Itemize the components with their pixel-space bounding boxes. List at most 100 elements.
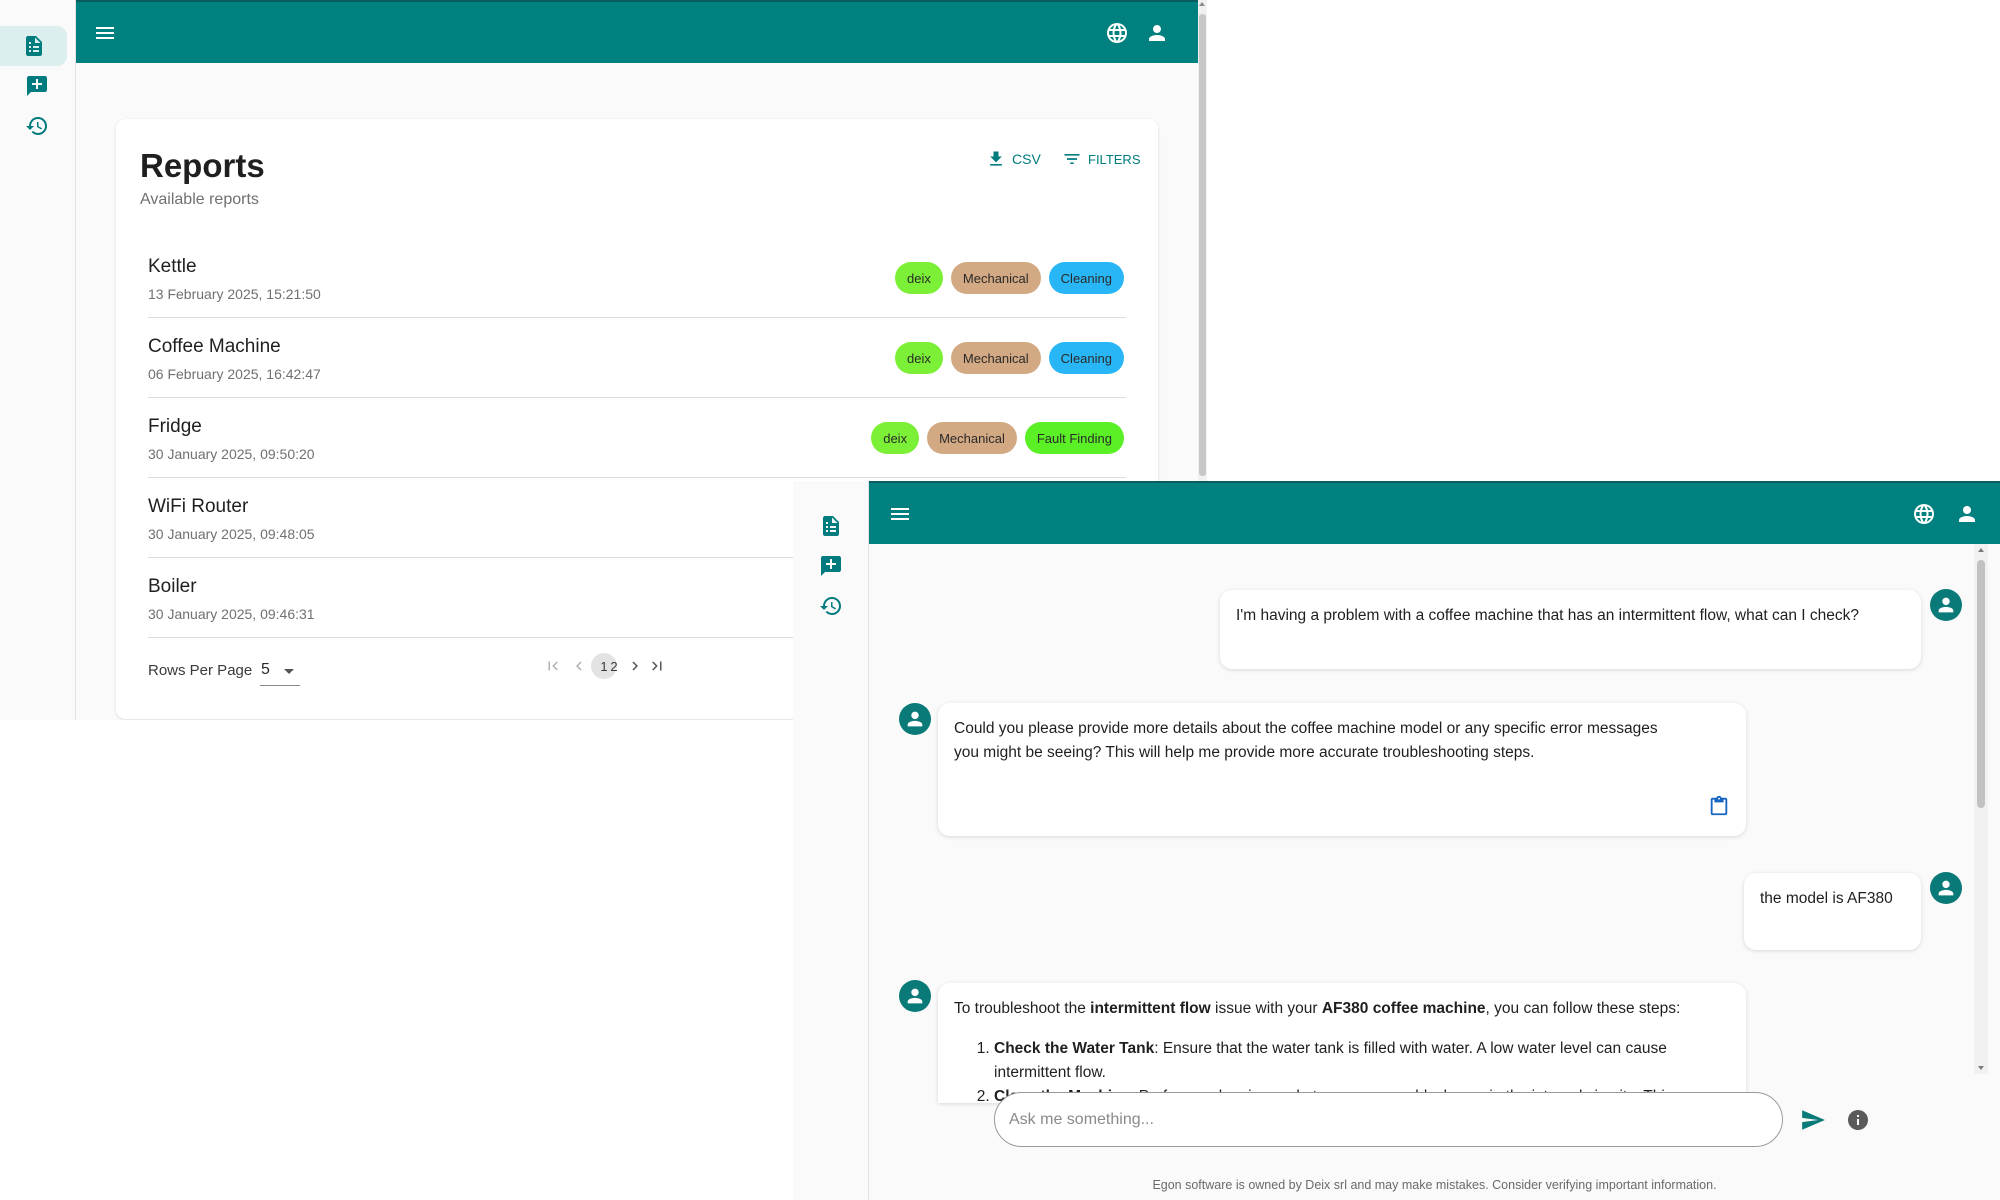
report-name: Kettle (148, 256, 197, 277)
first-page-icon (548, 661, 558, 671)
account-button[interactable] (1142, 18, 1172, 48)
top-app-bar (76, 0, 1198, 63)
report-name: WiFi Router (148, 496, 249, 517)
scroll-up-arrow[interactable] (1199, 2, 1205, 6)
nav-new-chat-button[interactable] (811, 546, 851, 586)
info-icon (1848, 1110, 1868, 1130)
scroll-down-arrow[interactable] (1978, 1066, 1984, 1070)
report-name: Fridge (148, 416, 202, 437)
message-line: Could you please provide more details ab… (954, 720, 1658, 737)
report-row[interactable]: Kettle 13 February 2025, 15:21:50 deix M… (148, 238, 1126, 318)
user-message: the model is AF380 (1744, 873, 1921, 950)
first-page-button[interactable] (542, 653, 564, 679)
reports-icon (25, 36, 42, 56)
menu-icon (891, 508, 909, 520)
nav-history-button[interactable] (811, 586, 851, 626)
page-scrollbar[interactable] (1198, 0, 1207, 482)
scroll-up-arrow[interactable] (1978, 548, 1984, 552)
nav-reports-button[interactable] (0, 26, 67, 66)
report-date: 30 January 2025, 09:50:20 (148, 446, 315, 462)
person-icon (1149, 25, 1165, 41)
next-page-button[interactable] (624, 653, 646, 679)
message-input[interactable] (1009, 1107, 1769, 1133)
person-icon (907, 988, 923, 1004)
last-page-icon (652, 661, 662, 671)
new-chat-icon (27, 76, 47, 96)
nav-reports-button[interactable] (811, 506, 851, 546)
scroll-thumb[interactable] (1199, 14, 1206, 476)
step-title: Check the Water Tank (994, 1040, 1155, 1057)
tag-chip: deix (895, 262, 943, 294)
chat-window: I'm having a problem with a coffee machi… (793, 481, 2000, 1200)
send-icon (1802, 1110, 1825, 1130)
language-button[interactable] (1102, 18, 1132, 48)
menu-button[interactable] (885, 499, 915, 529)
message-line: you might be seeing? This will help me p… (954, 744, 1535, 761)
message-input-box[interactable] (994, 1092, 1783, 1147)
user-avatar (1930, 589, 1962, 621)
rows-per-page-value: 5 (261, 661, 270, 678)
chevron-right-icon (632, 661, 638, 671)
step-item: Check the Water Tank: Ensure that the wa… (994, 1037, 1722, 1085)
menu-button[interactable] (90, 18, 120, 48)
assistant-message: To troubleshoot the intermittent flow is… (938, 983, 1746, 1103)
filters-button[interactable]: FILTERS (1062, 147, 1141, 171)
report-row[interactable]: Coffee Machine 06 February 2025, 16:42:4… (148, 318, 1126, 398)
tag-chip: deix (895, 342, 943, 374)
rows-per-page-select[interactable]: 5 (260, 660, 300, 686)
user-message: I'm having a problem with a coffee machi… (1220, 590, 1921, 669)
person-icon (1959, 506, 1975, 522)
filter-icon (1064, 154, 1080, 164)
tag-chip: Mechanical (950, 262, 1041, 294)
page-subtitle: Available reports (140, 191, 259, 208)
report-name: Boiler (148, 576, 197, 597)
navigation-rail (793, 481, 869, 1200)
download-icon (990, 151, 1002, 166)
globe-icon (1914, 504, 1934, 524)
copy-button[interactable] (1708, 795, 1730, 817)
history-icon (26, 117, 47, 135)
report-tags: deix Mechanical Cleaning (895, 262, 1124, 294)
assistant-avatar (899, 703, 931, 735)
csv-download-button[interactable]: CSV (986, 147, 1041, 171)
tag-chip: Mechanical (927, 422, 1017, 454)
report-tags: deix Mechanical Cleaning (895, 342, 1124, 374)
last-page-button[interactable] (646, 653, 668, 679)
tag-chip: Cleaning (1048, 342, 1124, 374)
top-app-bar (869, 481, 2000, 544)
person-icon (907, 711, 923, 727)
info-button[interactable] (1845, 1107, 1871, 1133)
assistant-avatar (899, 980, 931, 1012)
page-title: Reports (140, 147, 265, 184)
person-icon (1938, 597, 1954, 613)
chat-scrollbar[interactable] (1974, 544, 1988, 1074)
text-run: issue with your (1210, 1000, 1322, 1017)
navigation-rail (0, 0, 76, 720)
text-run: To troubleshoot the (954, 1000, 1091, 1017)
filters-label: FILTERS (1088, 151, 1141, 167)
menu-icon (96, 27, 114, 39)
account-button[interactable] (1952, 499, 1982, 529)
language-button[interactable] (1909, 499, 1939, 529)
report-row[interactable]: Fridge 30 January 2025, 09:50:20 deix Me… (148, 398, 1126, 478)
reports-icon (823, 516, 839, 536)
user-avatar (1930, 872, 1962, 904)
message-text: the model is AF380 (1760, 890, 1893, 907)
report-date: 30 January 2025, 09:48:05 (148, 526, 315, 542)
new-chat-icon (821, 556, 841, 576)
chevron-left-icon (576, 661, 582, 671)
previous-page-button[interactable] (568, 653, 590, 679)
nav-history-button[interactable] (17, 106, 57, 146)
report-date: 30 January 2025, 09:46:31 (148, 606, 315, 622)
send-button[interactable] (1798, 1105, 1828, 1135)
scroll-thumb[interactable] (1977, 560, 1985, 808)
person-icon (1938, 880, 1954, 896)
tag-chip: Cleaning (1048, 262, 1124, 294)
nav-new-chat-button[interactable] (17, 66, 57, 106)
globe-icon (1107, 23, 1127, 43)
dropdown-caret-icon (284, 669, 294, 674)
bold-text: intermittent flow (1090, 1000, 1211, 1017)
report-date: 13 February 2025, 15:21:50 (148, 286, 321, 302)
report-tags: deix Mechanical Fault Finding (871, 422, 1124, 454)
tag-chip: Mechanical (950, 342, 1041, 374)
